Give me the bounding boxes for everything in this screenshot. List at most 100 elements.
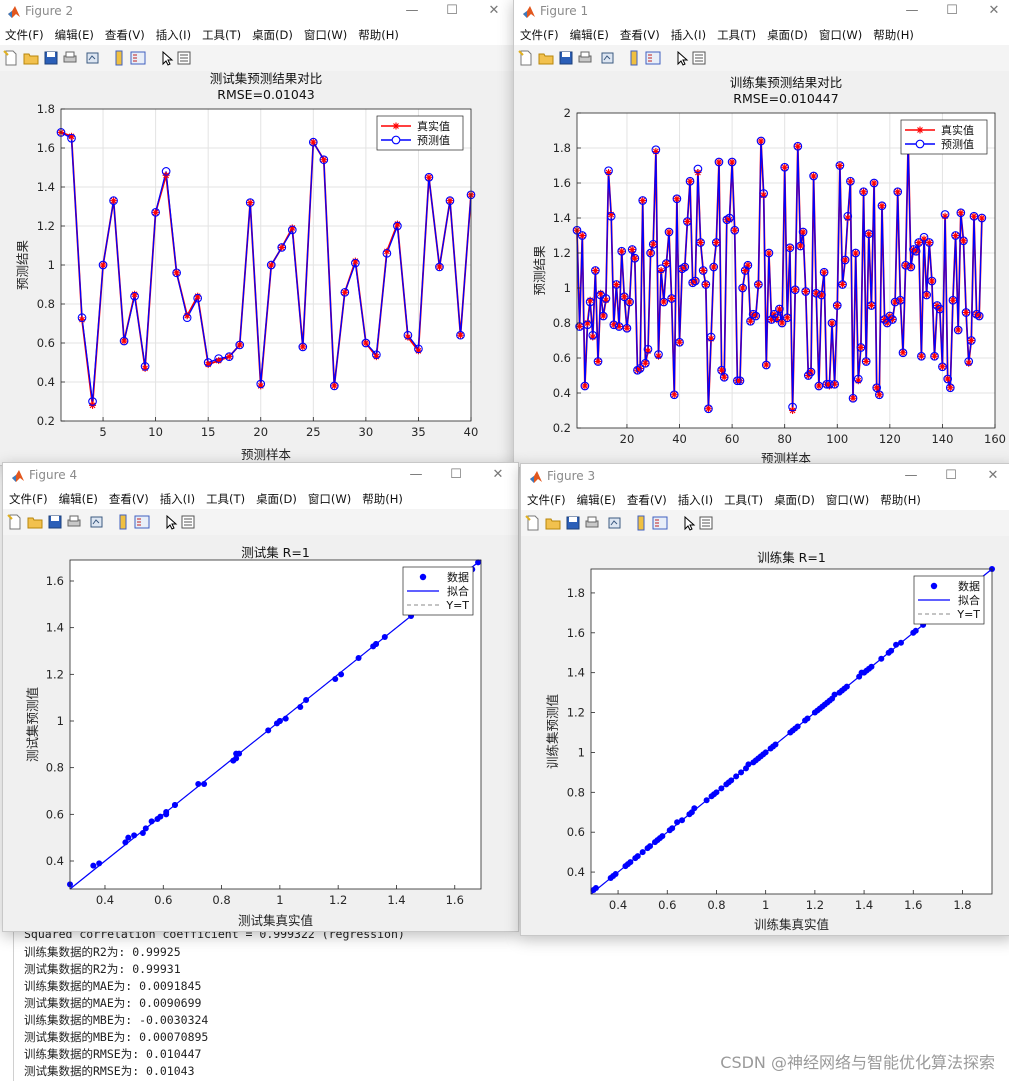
open-folder-icon[interactable] [23,50,39,66]
menu-item[interactable]: 插入(I) [671,25,706,45]
save-icon[interactable] [565,515,581,531]
colorbar-icon[interactable] [111,50,127,66]
legend-icon[interactable] [134,514,150,530]
menu-item[interactable]: 编辑(E) [55,25,94,45]
figure-4-window[interactable]: Figure 4 — ☐ ✕ 文件(F) 编辑(E) 查看(V) 插入(I) 工具(T) 桌面(D… [2,462,519,932]
title-bar: Figure 2 — ☐ ✕ [0,0,514,25]
link-plot-icon[interactable] [607,515,623,531]
console-line: 测试集数据的MAE为: 0.0090699 [24,996,202,1010]
menu-item[interactable]: 桌面(D) [774,490,815,510]
menu-item[interactable]: 文件(F) [520,25,559,45]
menu-item[interactable]: 桌面(D) [252,25,293,45]
data-point [201,781,208,787]
open-folder-icon[interactable] [545,515,561,531]
minimize-button[interactable]: — [398,1,426,21]
print-icon[interactable] [66,514,82,530]
pointer-icon[interactable] [163,514,179,530]
menu-item[interactable]: 工具(T) [202,25,241,45]
menu-item[interactable]: 插入(I) [678,490,713,510]
pointer-icon[interactable] [159,50,175,66]
new-file-icon[interactable] [525,515,541,531]
property-inspector-icon[interactable] [180,514,196,530]
menu-item[interactable]: 工具(T) [717,25,756,45]
minimize-button[interactable]: — [897,466,925,486]
print-icon[interactable] [577,50,593,66]
data-point [236,750,243,757]
menu-item[interactable]: 查看(V) [109,489,149,509]
maximize-button[interactable]: ☐ [938,1,966,21]
pointer-icon[interactable] [681,515,697,531]
data-point [878,655,885,662]
menu-item[interactable]: 窗口(W) [308,489,351,509]
true-value-marker [383,247,391,255]
new-file-icon[interactable] [518,50,534,66]
figure-1-window[interactable]: Figure 1 — ☐ ✕ 文件(F) 编辑(E) 查看(V) 插入(I) 工具(T) 桌面(D… [513,0,1009,468]
menu-item[interactable]: 查看(V) [627,490,667,510]
open-folder-icon[interactable] [27,514,43,530]
open-folder-icon[interactable] [538,50,554,66]
property-inspector-icon[interactable] [691,50,707,66]
new-file-icon[interactable] [3,50,19,66]
menu-item[interactable]: 文件(F) [5,25,44,45]
close-button[interactable]: ✕ [980,1,1008,21]
link-plot-icon[interactable] [600,50,616,66]
menu-item[interactable]: 插入(I) [156,25,191,45]
menu-item[interactable]: 帮助(H) [880,490,921,510]
y-tick-label: 1.6 [37,141,55,155]
menu-item[interactable]: 窗口(W) [304,25,347,45]
menu-item[interactable]: 插入(I) [160,489,195,509]
close-button[interactable]: ✕ [979,466,1007,486]
legend-icon[interactable] [130,50,146,66]
legend-icon[interactable] [652,515,668,531]
data-point [738,769,745,776]
colorbar-icon[interactable] [115,514,131,530]
menu-item[interactable]: 编辑(E) [570,25,609,45]
property-inspector-icon[interactable] [176,50,192,66]
menu-item[interactable]: 编辑(E) [577,490,616,510]
menu-item[interactable]: 查看(V) [620,25,660,45]
chart-title: 测试集预测结果对比 [210,71,323,86]
figure-2-window[interactable]: Figure 2 — ☐ ✕ 文件(F) 编辑(E) 查看(V) 插入(I) 工具(T) 桌面(D… [0,0,515,466]
pointer-icon[interactable] [674,50,690,66]
menu-item[interactable]: 文件(F) [9,489,48,509]
save-icon[interactable] [43,50,59,66]
save-icon[interactable] [47,514,63,530]
menu-item[interactable]: 窗口(W) [819,25,862,45]
menu-item[interactable]: 窗口(W) [826,490,869,510]
maximize-button[interactable]: ☐ [442,465,470,485]
close-button[interactable]: ✕ [480,1,508,21]
console-line: 训练集数据的MBE为: -0.0030324 [24,1013,209,1027]
x-tick-label: 25 [306,425,321,439]
maximize-button[interactable]: ☐ [438,1,466,21]
save-icon[interactable] [558,50,574,66]
colorbar-icon[interactable] [633,515,649,531]
link-plot-icon[interactable] [85,50,101,66]
print-icon[interactable] [584,515,600,531]
minimize-button[interactable]: — [898,1,926,21]
menu-item[interactable]: 工具(T) [724,490,763,510]
menu-item[interactable]: 桌面(D) [767,25,808,45]
legend-icon[interactable] [645,50,661,66]
menu-item[interactable]: 帮助(H) [358,25,399,45]
y-tick-label: 1.2 [567,706,585,720]
menu-item[interactable]: 工具(T) [206,489,245,509]
menu-item[interactable]: 桌面(D) [256,489,297,509]
maximize-button[interactable]: ☐ [937,466,965,486]
menu-item[interactable]: 查看(V) [105,25,145,45]
menu-item[interactable]: 编辑(E) [59,489,98,509]
menu-item[interactable]: 帮助(H) [873,25,914,45]
menu-item[interactable]: 文件(F) [527,490,566,510]
new-file-icon[interactable] [7,514,23,530]
close-button[interactable]: ✕ [484,465,512,485]
x-tick-label: 15 [201,425,216,439]
property-inspector-icon[interactable] [698,515,714,531]
menu-item[interactable]: 帮助(H) [362,489,403,509]
true-value-marker [257,382,265,390]
print-icon[interactable] [62,50,78,66]
legend-label: 数据 [958,579,980,593]
link-plot-icon[interactable] [89,514,105,530]
figure-3-window[interactable]: Figure 3 — ☐ ✕ 文件(F) 编辑(E) 查看(V) 插入(I) 工具(T) 桌面(D… [520,463,1009,936]
minimize-button[interactable]: — [402,465,430,485]
command-window: Squared correlation coefficient = 0.9993… [0,925,1009,1081]
colorbar-icon[interactable] [626,50,642,66]
